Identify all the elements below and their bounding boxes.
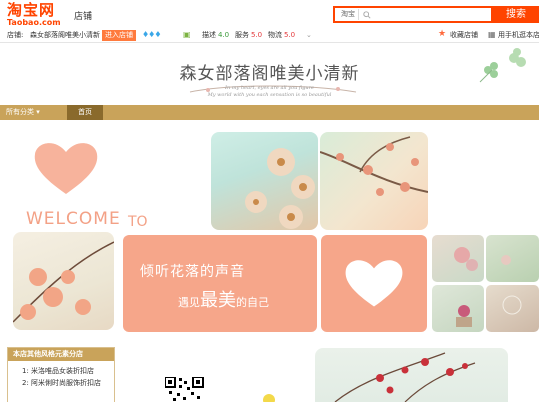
nav-home-tab[interactable]: 首页 (67, 105, 103, 120)
search-input[interactable]: 淘宝 (333, 6, 493, 23)
mobile-shop-link[interactable]: 用手机逛本店 (498, 28, 539, 42)
banner-subtitle-2: My world with you each sensation is so b… (207, 92, 332, 98)
service-value: 5.0 (251, 31, 263, 39)
photo-daisies[interactable] (211, 132, 318, 230)
daisy-flowers-image (245, 148, 315, 229)
desc-value: 4.0 (218, 31, 230, 39)
sister-shops-title: 本店其他风格元素分店 (8, 348, 114, 361)
enter-shop-button[interactable]: 进入店铺 (102, 30, 136, 41)
search-scope-select[interactable]: 淘宝 (335, 9, 359, 20)
seller-rank-diamonds-icon[interactable]: ♦♦♦ (142, 28, 161, 42)
grass-image (501, 255, 511, 265)
potted-flower-image (456, 305, 472, 327)
slogan-line-2: 遇见最美的自己 (178, 286, 269, 312)
heart-icon (34, 143, 98, 194)
heart-icon (345, 260, 403, 307)
shop-name-link[interactable]: 森女部落阁唯美小清新 (30, 28, 100, 42)
logistics-value: 5.0 (284, 31, 296, 39)
shop-banner[interactable]: 森女部落阁唯美小清新 In my heart, eyes are all you… (0, 44, 539, 105)
photo-blossom-branch[interactable] (320, 132, 428, 230)
shop-label: 店铺: (7, 31, 24, 39)
slogan-line-1: 倾听花落的声音 (140, 264, 245, 280)
slogan-part-a: 遇见 (178, 296, 200, 309)
search-button[interactable]: 搜索 (493, 6, 539, 23)
star-icon: ★ (438, 29, 447, 39)
photo-grid-2[interactable] (486, 235, 539, 282)
banner-subtitle-1: In my heart, eyes are all you figure (224, 85, 314, 91)
roses-image (454, 247, 478, 271)
qr-code-icon (165, 377, 204, 401)
photo-pink-flowers[interactable] (13, 232, 114, 330)
shop-info-bar: 店铺: 森女部落阁唯美小清新 进入店铺 ♦♦♦ ▣ 描述 4.0 服务 5.0 … (0, 28, 539, 43)
dandelion-image (502, 295, 522, 315)
logo-text-en: Taobao.com (7, 18, 61, 27)
sister-shop-link-1[interactable]: 1: 米洛唯品女装折扣店 (8, 365, 114, 377)
photo-grid-4[interactable] (486, 285, 539, 332)
sister-shops-box: 本店其他风格元素分店 1: 米洛唯品女装折扣店 2: 阿米俐时尚服饰折扣店 (7, 347, 115, 402)
chevron-down-icon: ▾ (36, 108, 40, 116)
yellow-flower-icon (263, 394, 275, 402)
slogan-card[interactable] (123, 235, 317, 332)
slogan-part-c: 的自己 (236, 296, 269, 309)
shop-content: WELCOME TO 倾听花落的声音 遇见最美的自己 本店其他风格元素分店 1:… (0, 120, 539, 402)
top-bar: 淘宝网 Taobao.com 店铺 淘宝 搜索 (0, 0, 539, 28)
photo-berries[interactable] (315, 348, 508, 402)
heart-card[interactable] (321, 235, 427, 332)
blossom-branch-image (320, 136, 428, 196)
mobile-qr-icon: ▦ (488, 30, 496, 39)
welcome-text: WELCOME (26, 209, 121, 229)
shop-nav-bar: 所有分类 ▾ 首页 (0, 105, 539, 120)
photo-grid-3[interactable] (432, 285, 484, 332)
nav-all-categories[interactable]: 所有分类 ▾ (6, 105, 46, 120)
search-icon (363, 10, 371, 19)
photo-grid-1[interactable] (432, 235, 484, 282)
pink-flowers-image (13, 241, 114, 323)
service-label: 服务 (235, 31, 249, 39)
logistics-label: 物流 (268, 31, 282, 39)
slogan-part-b: 最美 (200, 290, 236, 311)
logo-text-cn: 淘宝网 (7, 1, 56, 19)
chevron-down-icon[interactable]: ⌄ (306, 28, 312, 42)
sister-shop-link-2[interactable]: 2: 阿米俐时尚服饰折扣店 (8, 377, 114, 389)
taobao-logo[interactable]: 淘宝网 Taobao.com (7, 3, 61, 27)
clover-icon (479, 48, 526, 83)
nav-categories-label: 所有分类 (6, 108, 34, 116)
nav-shops-link[interactable]: 店铺 (74, 9, 92, 22)
red-berries-image (334, 352, 476, 402)
guarantee-icon: ▣ (183, 30, 191, 39)
to-text: TO (128, 214, 148, 230)
desc-label: 描述 (202, 31, 216, 39)
favorite-shop-link[interactable]: 收藏店铺 (450, 28, 478, 42)
banner-branch-decoration (189, 85, 357, 93)
